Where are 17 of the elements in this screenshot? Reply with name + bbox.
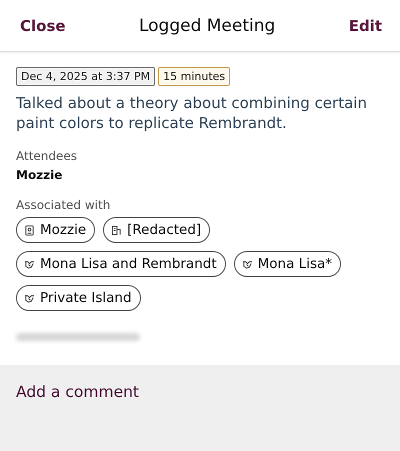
edit-button[interactable]: Edit — [348, 16, 382, 34]
page-title: Logged Meeting — [138, 16, 276, 36]
contact-card-icon — [24, 224, 35, 236]
building-icon — [111, 224, 122, 236]
attendees-label: Attendees — [16, 149, 78, 163]
association-chip[interactable]: Mozzie — [16, 217, 96, 243]
close-button[interactable]: Close — [20, 16, 66, 34]
attendee-name: Mozzie — [16, 168, 64, 182]
date-tag: Dec 4, 2025 at 3:37 PM — [16, 67, 156, 86]
association-chip[interactable]: Mona Lisa* — [234, 251, 341, 277]
meeting-notes: Talked about a theory about combining certain paint colors to replicate Rembrandt. — [16, 93, 368, 133]
duration-tag: 15 minutes — [158, 67, 230, 86]
association-chip[interactable]: [Redacted] — [103, 217, 210, 243]
association-chip[interactable]: Mona Lisa and Rembrandt — [16, 251, 226, 277]
association-chip[interactable]: Private Island — [16, 285, 141, 311]
associated-label: Associated with — [16, 198, 112, 212]
comment-field[interactable]: Add a comment — [16, 383, 384, 401]
